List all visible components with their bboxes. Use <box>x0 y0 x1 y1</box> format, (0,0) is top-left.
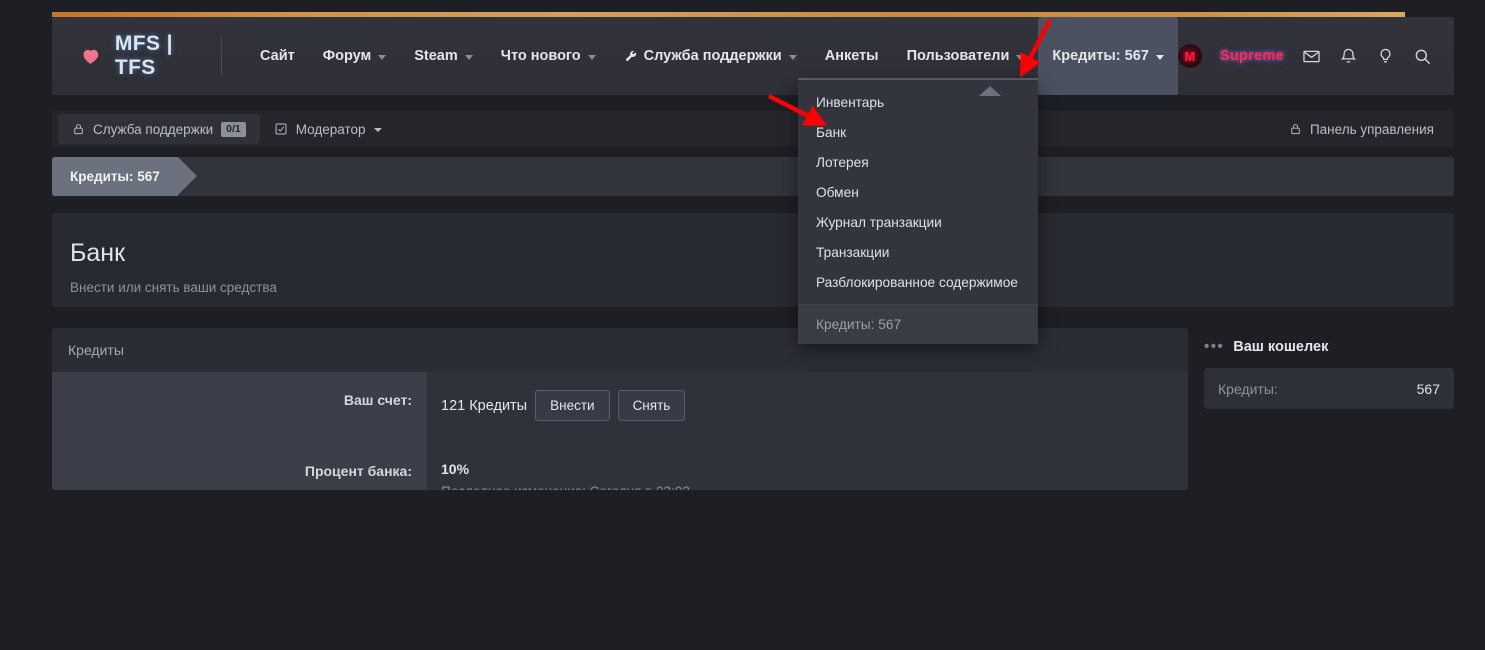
secondary-navigation: Служба поддержки 0/1 Модератор Панель уп <box>52 111 1454 147</box>
menu-item-transaction-log[interactable]: Журнал транзакции <box>798 207 1038 237</box>
site-header: MFS | TFS Сайт Форум Steam <box>52 17 1454 95</box>
brand-title: MFS | TFS <box>115 32 199 80</box>
menu-item-unlocked-content[interactable]: Разблокированное содержимое <box>798 267 1038 297</box>
nav-label: Служба поддержки <box>644 48 782 64</box>
breadcrumb-item-credits[interactable]: Кредиты: 567 <box>52 157 178 196</box>
main-navigation: Сайт Форум Steam Что нового <box>246 17 1178 95</box>
breadcrumb: Кредиты: 567 <box>52 157 1454 196</box>
heart-icon <box>80 43 101 69</box>
checkbox-icon <box>274 122 288 136</box>
envelope-icon[interactable] <box>1302 47 1321 66</box>
nav-item-site[interactable]: Сайт <box>246 17 309 95</box>
chevron-down-icon <box>1016 55 1024 60</box>
table-row: Ваш счет: 121 Кредиты Внести Снять <box>52 372 1188 421</box>
account-amount: 121 Кредиты <box>441 398 527 414</box>
page-container: MFS | TFS Сайт Форум Steam <box>52 0 1454 650</box>
nav-label: Анкеты <box>825 48 879 64</box>
nav-label: Кредиты: 567 <box>1052 48 1148 64</box>
menu-item-exchange[interactable]: Обмен <box>798 177 1038 207</box>
nav-item-forum[interactable]: Форум <box>309 17 401 95</box>
row-value-account: 121 Кредиты Внести Снять <box>428 372 1188 421</box>
chevron-down-icon <box>465 55 473 60</box>
credits-dropdown-menu: Инвентарь Банк Лотерея Обмен Журнал тран… <box>798 78 1038 344</box>
brand[interactable]: MFS | TFS <box>80 32 199 80</box>
interest-value: 10% <box>441 461 1188 477</box>
wallet-value: 567 <box>1417 381 1440 397</box>
chevron-down-icon <box>588 55 596 60</box>
username[interactable]: Supreme <box>1220 48 1284 64</box>
nav-label: Форум <box>323 48 372 64</box>
chevron-down-icon <box>374 128 382 132</box>
credits-card: Кредиты Ваш счет: 121 Кредиты В <box>52 328 1188 490</box>
search-icon[interactable] <box>1413 47 1432 66</box>
nav-label: Сайт <box>260 48 295 64</box>
status-badge: 0/1 <box>221 122 246 137</box>
header-user-area: M Supreme <box>1178 44 1432 68</box>
lock-icon <box>72 122 85 136</box>
sidebar-wallet: ••• Ваш кошелек Кредиты: 567 <box>1204 338 1454 409</box>
ellipsis-icon: ••• <box>1204 338 1224 355</box>
brand-divider <box>221 37 222 75</box>
subnav-item-support[interactable]: Служба поддержки 0/1 <box>58 114 260 144</box>
bell-icon[interactable] <box>1339 47 1358 66</box>
last-change-note: Последнее изменение: Сегодня в 03:02 <box>441 484 1188 490</box>
menu-item-bank[interactable]: Банк <box>798 117 1038 147</box>
subnav-right: Панель управления <box>1275 114 1448 144</box>
avatar[interactable]: M <box>1178 44 1202 68</box>
card-rows: Ваш счет: 121 Кредиты Внести Снять Проце… <box>52 372 1188 490</box>
deposit-button[interactable]: Внести <box>535 390 609 421</box>
subnav-item-control-panel[interactable]: Панель управления <box>1275 114 1448 144</box>
chevron-down-icon <box>789 55 797 60</box>
sidebar-title: Ваш кошелек <box>1233 339 1328 355</box>
page-subtitle: Внести или снять ваши средства <box>70 280 1454 295</box>
sidebar-title-row: ••• Ваш кошелек <box>1204 338 1454 355</box>
screenshot-root: MFS | TFS Сайт Форум Steam <box>0 0 1485 650</box>
wallet-box: Кредиты: 567 <box>1204 368 1454 409</box>
nav-label: Steam <box>414 48 458 64</box>
table-row: Процент банка: 10% Последнее изменение: … <box>52 443 1188 490</box>
row-label-account: Ваш счет: <box>52 372 428 421</box>
subnav-item-moderator[interactable]: Модератор <box>260 114 396 144</box>
wrench-icon <box>624 50 637 63</box>
menu-item-lottery[interactable]: Лотерея <box>798 147 1038 177</box>
row-label-interest: Процент банка: <box>52 443 428 490</box>
withdraw-button[interactable]: Снять <box>618 390 686 421</box>
menu-item-transactions[interactable]: Транзакции <box>798 237 1038 267</box>
nav-item-whats-new[interactable]: Что нового <box>487 17 610 95</box>
nav-label: Что нового <box>501 48 581 64</box>
page-header-block: Банк Внести или снять ваши средства <box>52 213 1454 307</box>
nav-item-steam[interactable]: Steam <box>400 17 487 95</box>
nav-item-credits[interactable]: Кредиты: 567 <box>1038 17 1177 95</box>
nav-item-support[interactable]: Служба поддержки <box>610 17 811 95</box>
menu-footer-credits: Кредиты: 567 <box>798 304 1038 344</box>
lightbulb-icon[interactable] <box>1376 47 1395 66</box>
row-value-interest: 10% Последнее изменение: Сегодня в 03:02 <box>428 443 1188 490</box>
page-title: Банк <box>70 239 1454 268</box>
subnav-label: Панель управления <box>1310 122 1434 137</box>
wallet-label: Кредиты: <box>1218 381 1278 397</box>
chevron-down-icon <box>378 55 386 60</box>
chevron-down-icon <box>1156 55 1164 60</box>
dropdown-pointer-arrow <box>979 86 1001 96</box>
nav-label: Пользователи <box>907 48 1010 64</box>
menu-item-inventory[interactable]: Инвентарь <box>798 87 1038 117</box>
subnav-label: Модератор <box>296 122 366 137</box>
lock-icon <box>1289 122 1302 136</box>
subnav-label: Служба поддержки <box>93 122 213 137</box>
